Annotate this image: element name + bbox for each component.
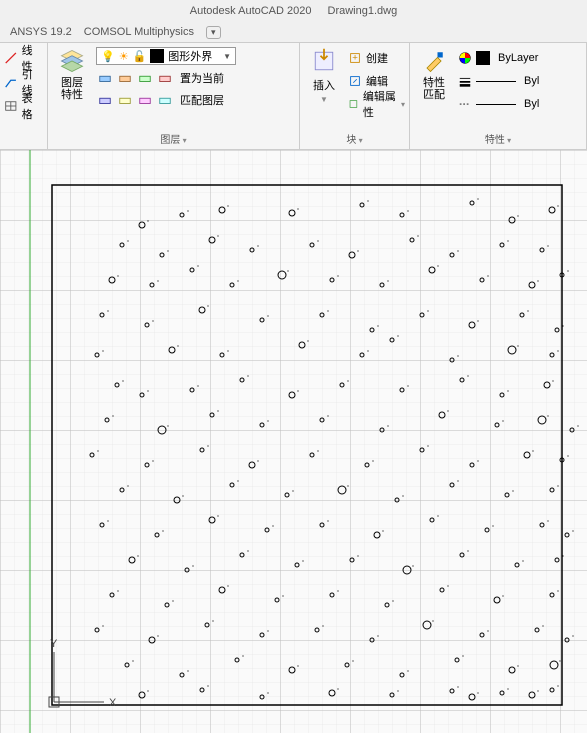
layer-tool-6[interactable]	[116, 91, 134, 109]
layer-combo[interactable]: 💡 ☀ 🔓 图形外界 ▼	[96, 47, 236, 65]
color-swatch	[476, 51, 490, 65]
layer-properties-button[interactable]: 图层 特性	[52, 45, 92, 130]
doc-name: Drawing1.dwg	[328, 5, 398, 17]
panel-block-title[interactable]: 块	[304, 130, 405, 147]
panel-properties: 特性 匹配 ByLayer Byl Byl 特性	[410, 43, 587, 149]
layer-tool-8[interactable]	[156, 91, 174, 109]
ucs-icon: X Y	[49, 638, 117, 709]
draw-line-button[interactable]: 线性	[4, 49, 43, 67]
menu-comsol[interactable]: COMSOL Multiphysics	[84, 26, 194, 38]
layer-tool-1[interactable]	[96, 69, 114, 87]
svg-text:+: +	[352, 53, 358, 64]
color-selector[interactable]: ByLayer	[458, 49, 538, 67]
lineweight-icon	[458, 74, 472, 88]
block-create-button[interactable]: +创建	[348, 49, 388, 67]
svg-text:X: X	[109, 697, 117, 709]
color-wheel-icon	[458, 51, 472, 65]
match-layer-button[interactable]: 匹配图层	[176, 92, 224, 108]
layer-tool-7[interactable]	[136, 91, 154, 109]
menu-bar: ANSYS 19.2 COMSOL Multiphysics ▾	[0, 22, 587, 42]
sun-icon: ☀	[119, 50, 129, 63]
layer-stack-icon	[58, 47, 86, 75]
panel-layers-title[interactable]: 图层	[52, 130, 295, 147]
chevron-down-icon: ▼	[223, 52, 231, 61]
chevron-down-icon: ▼	[320, 95, 328, 104]
app-name: Autodesk AutoCAD 2020	[190, 5, 312, 17]
drawing-content: X Y	[0, 150, 587, 733]
drawing-canvas[interactable]: X Y	[0, 150, 587, 733]
linetype-selector[interactable]: Byl	[458, 95, 539, 113]
draw-table-button[interactable]: 表格	[4, 97, 43, 115]
draw-leader-button[interactable]: 引线	[4, 73, 43, 91]
menu-ansys[interactable]: ANSYS 19.2	[10, 26, 72, 38]
panel-block: 插入 ▼ +创建 编辑 编辑属性 ▾ 块	[300, 43, 410, 149]
paintbrush-icon	[420, 47, 448, 75]
panel-layers: 图层 特性 💡 ☀ 🔓 图形外界 ▼ 置为当前	[48, 43, 300, 149]
lineweight-selector[interactable]: Byl	[458, 72, 539, 90]
insert-block-button[interactable]: 插入 ▼	[304, 45, 344, 130]
lock-icon: 🔓	[133, 50, 147, 63]
layer-tool-2[interactable]	[116, 69, 134, 87]
panel-draw: 线性 引线 表格 ·	[0, 43, 48, 149]
match-properties-button[interactable]: 特性 匹配	[414, 45, 454, 130]
insert-icon	[310, 47, 338, 75]
title-bar: Autodesk AutoCAD 2020 Drawing1.dwg	[0, 0, 587, 22]
layer-tool-4[interactable]	[156, 69, 174, 87]
svg-text:Y: Y	[50, 638, 58, 650]
block-edit-attr-button[interactable]: 编辑属性 ▾	[348, 95, 405, 113]
layer-tool-5[interactable]	[96, 91, 114, 109]
linetype-icon	[458, 97, 472, 111]
ribbon: 线性 引线 表格 · 图层 特性 💡 ☀ 🔓 图形外界 ▼	[0, 42, 587, 150]
make-current-button[interactable]: 置为当前	[176, 70, 224, 86]
panel-properties-title[interactable]: 特性	[414, 130, 582, 147]
layer-color-swatch	[150, 49, 164, 63]
lightbulb-icon: 💡	[101, 50, 115, 63]
layer-tool-3[interactable]	[136, 69, 154, 87]
tray-dropdown-icon[interactable]: ▾	[206, 26, 221, 39]
layer-name: 图形外界	[168, 48, 212, 64]
